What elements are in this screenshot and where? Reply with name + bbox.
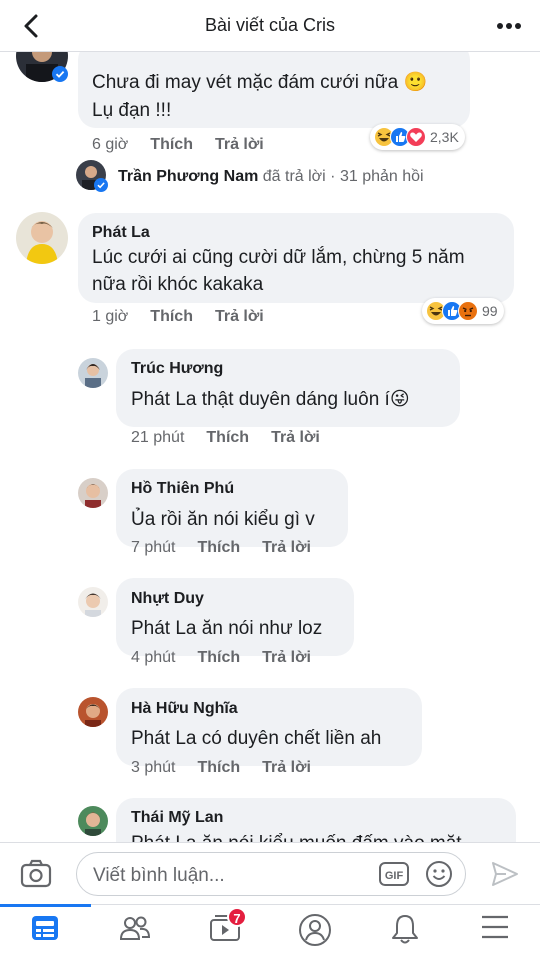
comment-meta: 6 giờ Thích Trả lời <box>92 136 286 154</box>
page-title: Bài viết của Cris <box>204 15 336 35</box>
comment-meta: 3 phút Thích Trả lời <box>131 759 333 777</box>
comment-time: 7 phút <box>131 539 176 556</box>
comment-composer: Viết bình luận... GIF <box>0 842 540 904</box>
reply-button[interactable]: Trả lời <box>262 649 311 667</box>
comments-feed[interactable]: Chưa đi may vét mặc đám cưới nữa 🙂 Lụ đạ… <box>0 52 540 842</box>
like-button[interactable]: Thích <box>197 539 240 557</box>
comment-author[interactable]: Hà Hữu Nghĩa <box>131 700 238 718</box>
reply-button[interactable]: Trả lời <box>262 539 311 557</box>
love-icon <box>406 127 426 147</box>
view-replies-link[interactable]: Trần Phương Nam đã trả lời · 31 phản hồi <box>118 168 424 186</box>
comment-meta: 7 phút Thích Trả lời <box>131 539 333 557</box>
reply-summary-text: đã trả lời · 31 phản hồi <box>262 168 424 185</box>
avatar[interactable] <box>78 697 108 727</box>
comment-meta: 4 phút Thích Trả lời <box>131 649 333 667</box>
comment-author[interactable]: Trúc Hương <box>131 360 223 378</box>
avatar[interactable] <box>78 478 108 508</box>
like-button[interactable]: Thích <box>150 136 193 154</box>
comment-author[interactable]: Phát La <box>92 224 150 242</box>
tab-notifications[interactable] <box>385 913 425 953</box>
reply-author: Trần Phương Nam <box>118 168 259 185</box>
avatar[interactable] <box>16 212 68 264</box>
avatar[interactable] <box>78 587 108 617</box>
comment-text: Phát La có duyên chết liền ah <box>131 728 382 749</box>
tab-watch[interactable]: 7 <box>205 907 247 953</box>
comment-text: Chưa đi may vét mặc đám cưới nữa 🙂 <box>92 72 428 93</box>
comment-author[interactable]: Hồ Thiên Phú <box>131 480 234 498</box>
tab-news-feed[interactable] <box>0 904 91 953</box>
comment-text: Phát La ăn nói kiểu muốn đấm vào mặt <box>131 830 462 842</box>
comment-time: 1 giờ <box>92 308 129 325</box>
reply-button[interactable]: Trả lời <box>271 429 320 447</box>
like-button[interactable]: Thích <box>206 429 249 447</box>
comment-text: Ủa rồi ăn nói kiểu gì v <box>131 509 315 530</box>
comment-author[interactable]: Thái Mỹ Lan <box>131 809 223 827</box>
comment-meta: 1 giờ Thích Trả lời <box>92 308 286 326</box>
news-feed-icon <box>32 916 58 940</box>
like-button[interactable]: Thích <box>197 649 240 667</box>
comment-input[interactable]: Viết bình luận... GIF <box>76 852 466 896</box>
verified-badge-icon <box>94 178 108 192</box>
gif-icon[interactable]: GIF <box>379 862 409 886</box>
comment-time: 6 giờ <box>92 136 129 153</box>
like-button[interactable]: Thích <box>197 759 240 777</box>
reply-button[interactable]: Trả lời <box>215 308 264 326</box>
reaction-summary[interactable]: 2,3K <box>370 124 465 150</box>
friends-icon <box>119 916 151 940</box>
emoji-icon[interactable] <box>425 860 453 888</box>
avatar[interactable] <box>78 358 108 388</box>
comment-time: 3 phút <box>131 759 176 776</box>
bottom-tab-bar: 7 <box>0 904 540 960</box>
reaction-summary[interactable]: 99 <box>422 298 504 324</box>
comment-author[interactable]: Nhựt Duy <box>131 590 204 608</box>
comment-text: Lúc cưới ai cũng cười dữ lắm, chừng 5 nă… <box>92 247 465 268</box>
notifications-icon <box>392 915 418 944</box>
reply-button[interactable]: Trả lời <box>262 759 311 777</box>
verified-badge-icon <box>52 66 68 82</box>
comment-text: nữa rồi khóc kakaka <box>92 274 264 295</box>
camera-icon[interactable] <box>20 859 52 889</box>
comment-input-placeholder: Viết bình luận... <box>93 865 225 886</box>
tab-menu[interactable] <box>475 913 515 953</box>
gif-label: GIF <box>385 870 404 882</box>
profile-icon <box>299 914 331 946</box>
comment-text: Phát La ăn nói như loz <box>131 618 323 639</box>
top-bar: Bài viết của Cris <box>0 0 540 52</box>
tab-profile[interactable] <box>295 913 335 953</box>
menu-icon <box>482 915 508 939</box>
comment-time: 4 phút <box>131 649 176 666</box>
like-button[interactable]: Thích <box>150 308 193 326</box>
comment-meta: 21 phút Thích Trả lời <box>131 429 342 447</box>
comment-time: 21 phút <box>131 429 185 446</box>
comment-text: Lụ đạn !!! <box>92 100 172 121</box>
send-icon[interactable] <box>490 859 520 889</box>
more-options-icon[interactable] <box>496 14 522 38</box>
comment-text: Phát La thật duyên dáng luôn í😜 <box>131 389 410 410</box>
reaction-count: 2,3K <box>430 129 459 145</box>
reaction-count: 99 <box>482 303 498 319</box>
watch-notification-badge: 7 <box>227 907 247 927</box>
angry-icon <box>458 301 478 321</box>
tab-friends[interactable] <box>115 913 155 953</box>
reply-button[interactable]: Trả lời <box>215 136 264 154</box>
avatar[interactable] <box>78 806 108 836</box>
